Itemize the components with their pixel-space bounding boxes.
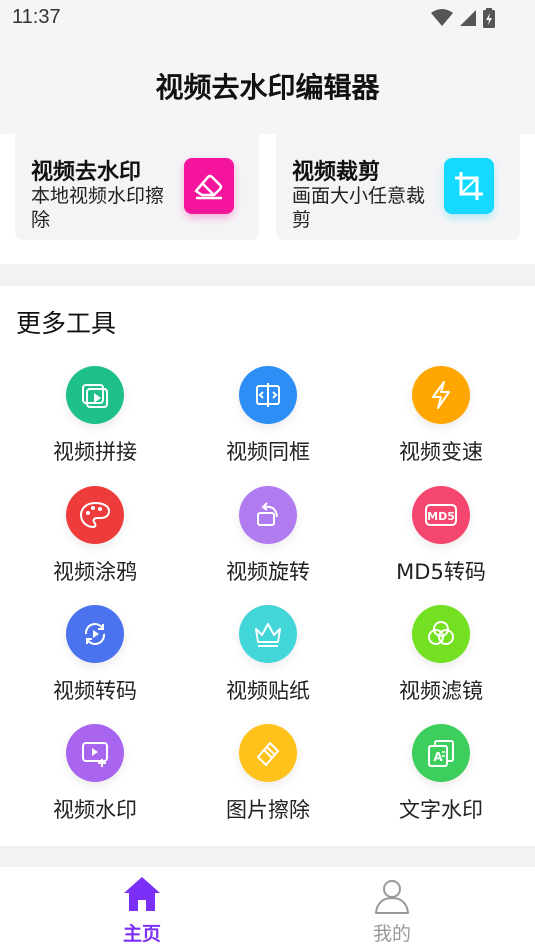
tool-md5[interactable]: MD5 MD5转码 — [371, 486, 511, 596]
tool-label: 文字水印 — [399, 798, 483, 822]
tool-label: 视频同框 — [226, 440, 310, 464]
tool-speed[interactable]: 视频变速 — [371, 366, 511, 476]
tool-label: 视频变速 — [399, 440, 483, 464]
wifi-icon — [431, 9, 453, 26]
tool-label: 视频水印 — [53, 798, 137, 822]
page-title: 视频去水印编辑器 — [155, 71, 380, 104]
tool-doodle[interactable]: 视频涂鸦 — [25, 486, 165, 596]
tool-label: MD5转码 — [396, 560, 486, 584]
filter-icon — [412, 605, 470, 663]
rotate-icon — [239, 486, 297, 544]
tool-label: 视频转码 — [53, 679, 137, 703]
card-title: 视频去水印 — [31, 160, 142, 185]
transcode-icon — [66, 605, 124, 663]
home-icon — [124, 877, 160, 911]
eraser-icon — [184, 158, 234, 214]
feature-card-watermark-remove[interactable]: 视频去水印 本地视频水印擦除 — [15, 134, 259, 240]
tool-split-screen[interactable]: 视频同框 — [198, 366, 338, 476]
svg-text:MD5: MD5 — [427, 510, 455, 523]
palette-icon — [66, 486, 124, 544]
video-watermark-icon — [66, 724, 124, 782]
nav-label: 我的 — [372, 923, 411, 945]
tool-transcode[interactable]: 视频转码 — [25, 605, 165, 715]
status-icons — [431, 8, 495, 28]
tool-image-erase[interactable]: 图片擦除 — [198, 724, 338, 834]
tool-video-watermark[interactable]: 视频水印 — [25, 724, 165, 834]
card-desc: 本地视频水印擦除 — [31, 185, 165, 231]
tool-filter[interactable]: 视频滤镜 — [371, 605, 511, 715]
nav-home[interactable]: 主页 — [42, 867, 242, 951]
tool-label: 图片擦除 — [226, 798, 310, 822]
tool-rotate[interactable]: 视频旋转 — [198, 486, 338, 596]
feature-card-crop[interactable]: 视频裁剪 画面大小任意裁剪 — [276, 134, 520, 240]
user-icon — [375, 880, 409, 914]
section-title: 更多工具 — [16, 309, 117, 338]
text-watermark-icon: A — [412, 724, 470, 782]
md5-icon: MD5 — [412, 486, 470, 544]
video-splice-icon — [66, 366, 124, 424]
image-erase-icon — [239, 724, 297, 782]
nav-mine[interactable]: 我的 — [292, 867, 492, 951]
card-desc: 画面大小任意裁剪 — [292, 185, 426, 231]
status-bar: 11:37 — [0, 0, 535, 36]
bottom-nav: 主页 我的 — [0, 867, 535, 951]
tool-label: 视频滤镜 — [399, 679, 483, 703]
nav-label: 主页 — [122, 923, 161, 945]
signal-icon — [460, 10, 476, 26]
tool-sticker[interactable]: 视频贴纸 — [198, 605, 338, 715]
split-screen-icon — [239, 366, 297, 424]
more-tools-section: 更多工具 视频拼接 视频同框 视频变速 视频涂鸦 视频旋转 MD5 MD5转码 … — [0, 286, 535, 846]
card-title: 视频裁剪 — [292, 160, 381, 185]
tool-label: 视频拼接 — [53, 440, 137, 464]
tool-label: 视频涂鸦 — [53, 560, 137, 584]
app-header: 视频去水印编辑器 — [0, 36, 535, 134]
crown-icon — [239, 605, 297, 663]
tool-text-watermark[interactable]: A 文字水印 — [371, 724, 511, 834]
svg-text:A: A — [433, 750, 443, 764]
status-time: 11:37 — [12, 6, 61, 28]
battery-icon — [483, 8, 495, 28]
lightning-icon — [412, 366, 470, 424]
tool-label: 视频旋转 — [226, 560, 310, 584]
tool-label: 视频贴纸 — [226, 679, 310, 703]
crop-icon — [444, 158, 494, 214]
feature-cards: 视频去水印 本地视频水印擦除 视频裁剪 画面大小任意裁剪 — [0, 134, 535, 264]
tool-video-splice[interactable]: 视频拼接 — [25, 366, 165, 476]
